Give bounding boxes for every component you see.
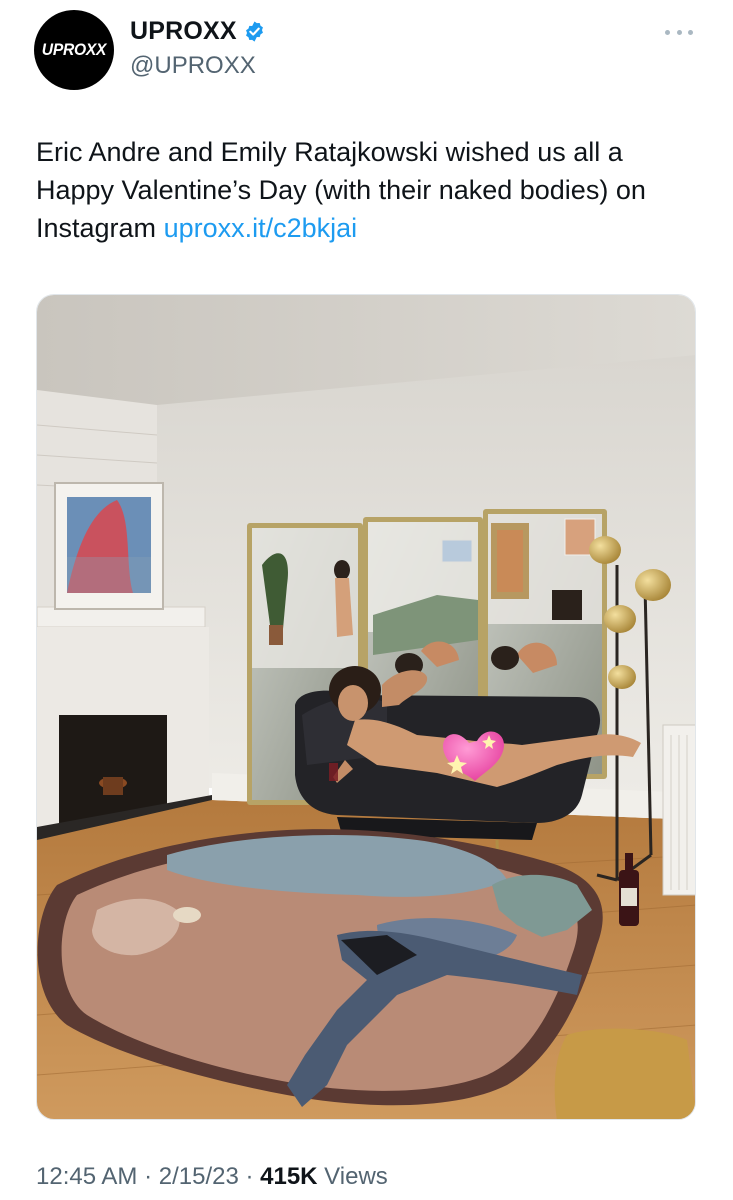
avatar-logo-text: UPROXX [41,40,107,59]
views-label: Views [317,1163,388,1190]
tweet-media-photo[interactable] [36,294,696,1120]
tweet-link[interactable]: uproxx.it/c2bkjai [164,213,358,243]
avatar[interactable]: UPROXX [34,10,114,90]
display-name-row: UPROXX [130,17,266,46]
meta-separator: · [238,1163,261,1190]
meta-separator: · [137,1163,159,1190]
tweet-header: UPROXX UPROXX @UPROXX [0,0,733,110]
tweet-meta: 12:45 AM · 2/15/23 · 415K Views [36,1163,388,1191]
user-handle[interactable]: @UPROXX [130,52,256,80]
display-name[interactable]: UPROXX [130,17,237,46]
verified-badge-icon [243,20,266,43]
tweet-time[interactable]: 12:45 AM [36,1163,137,1190]
views-count[interactable]: 415K [260,1163,317,1190]
tweet-text: Eric Andre and Emily Ratajkowski wished … [36,133,696,247]
more-horizontal-icon[interactable] [665,22,693,42]
tweet-date[interactable]: 2/15/23 [159,1163,239,1190]
